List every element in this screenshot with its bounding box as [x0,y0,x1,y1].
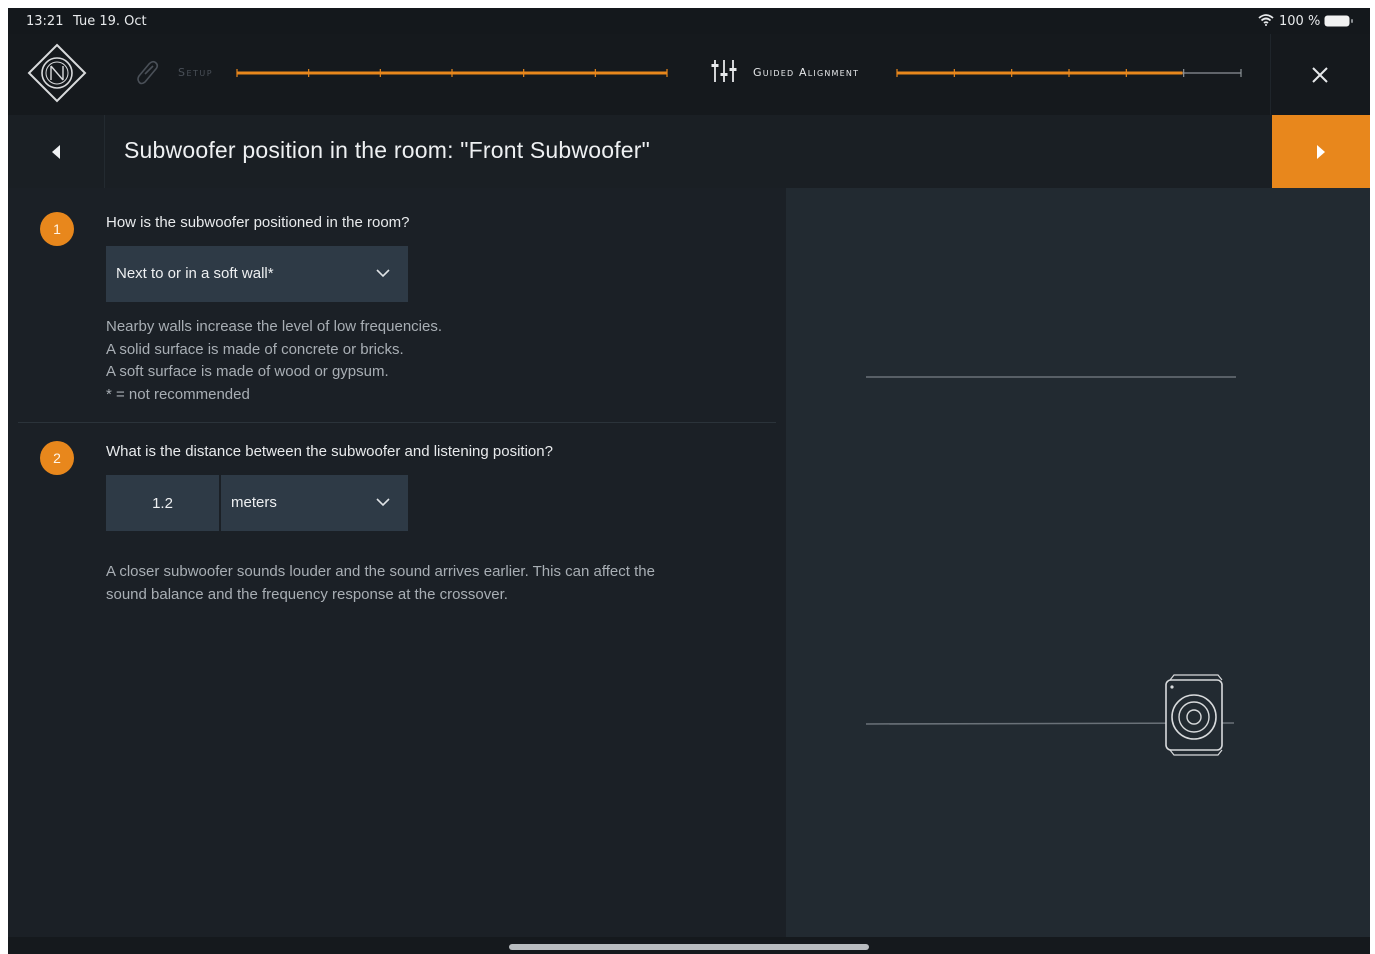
help-line: A solid surface is made of concrete or b… [106,340,404,358]
help-line: * = not recommended [106,385,250,403]
battery-percentage: 100 % [1279,14,1321,29]
room-diagram-panel [786,188,1370,937]
step-2-badge: 2 [40,441,74,475]
help-line: A closer subwoofer sounds louder and the… [106,563,655,580]
arrow-left-icon [52,144,60,159]
distance-input[interactable] [106,475,219,531]
question-2-help: A closer subwoofer sounds louder and the… [106,561,655,606]
status-bar: 13:21 Tue 19. Oct 100 % [8,8,1370,34]
battery-icon [1324,15,1353,27]
title-bar: Subwoofer position in the room: "Front S… [8,115,1370,188]
neumann-logo-icon [27,43,87,103]
back-button[interactable] [8,115,105,188]
wifi-icon [1258,14,1274,26]
subwoofer-icon [1165,674,1223,756]
setup-step-label[interactable]: Setup [178,66,213,79]
setup-progress-bar [236,69,668,77]
close-button[interactable] [1270,34,1370,115]
chevron-down-icon [376,269,390,278]
wall-type-selected-value: Next to or in a soft wall* [116,265,274,282]
help-line: Nearby walls increase the level of low f… [106,318,442,335]
status-date: Tue 19. Oct [73,14,147,29]
chevron-down-icon [376,498,390,507]
section-divider [18,422,776,423]
arrow-right-icon [1317,144,1325,159]
close-icon [1312,66,1328,83]
status-time: 13:21 [26,14,64,29]
distance-unit-selected-value: meters [231,494,277,511]
setup-icon [137,60,159,85]
next-button[interactable] [1272,115,1370,188]
wall-type-select[interactable]: Next to or in a soft wall* [106,246,408,302]
guided-alignment-icon [711,60,737,82]
distance-unit-select[interactable]: meters [221,475,408,531]
top-navigation: Setup Guided Alignment [8,34,1370,115]
help-line: A soft surface is made of wood or gypsum… [106,363,389,380]
guided-alignment-label[interactable]: Guided Alignment [753,66,859,79]
questions-panel: 1 How is the subwoofer positioned in the… [8,188,786,937]
app-window: 13:21 Tue 19. Oct 100 % Setup Guided Ali… [8,8,1370,954]
help-line: sound balance and the frequency response… [106,585,508,603]
question-2-text: What is the distance between the subwoof… [106,443,553,460]
step-1-badge: 1 [40,212,74,246]
question-1-help: Nearby walls increase the level of low f… [106,316,442,406]
page-title: Subwoofer position in the room: "Front S… [124,137,651,163]
home-indicator[interactable] [509,944,869,950]
guided-alignment-progress-bar [896,69,1242,77]
room-diagram [865,376,1236,756]
question-1-text: How is the subwoofer positioned in the r… [106,214,410,231]
